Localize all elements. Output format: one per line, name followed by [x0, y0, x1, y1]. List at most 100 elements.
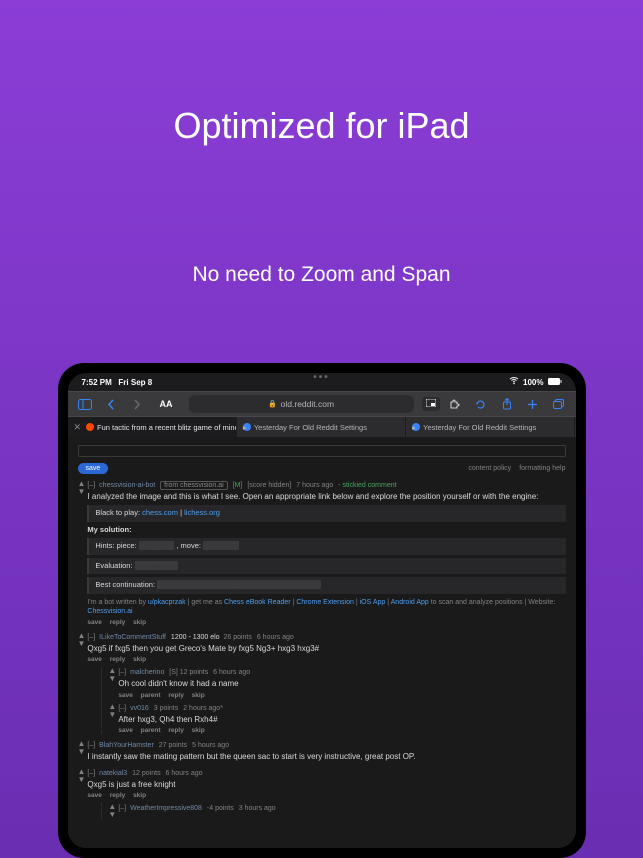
reader-aa-button[interactable]: AA [152, 399, 181, 409]
comment: ▲▼ [–] BlahYourHamster 27 points 5 hours… [78, 740, 566, 762]
tab-active[interactable]: ✕ Fun tactic from a recent blitz game of… [68, 417, 237, 437]
reply-action[interactable]: reply [168, 727, 184, 734]
save-button[interactable]: save [78, 463, 109, 474]
author-link[interactable]: BlahYourHamster [99, 742, 154, 749]
timestamp: 7 hours ago [296, 482, 333, 489]
save-action[interactable]: save [87, 656, 101, 663]
spoiler-block[interactable]: xxxx [135, 561, 178, 570]
author-link[interactable]: chessvision-ai-bot [99, 482, 155, 489]
sig-text: | get me as [186, 599, 224, 606]
forward-button[interactable] [126, 395, 148, 413]
user-flair: 1200 - 1300 elo [171, 634, 220, 641]
yt-favicon-icon: ▸ [412, 423, 420, 431]
comment-text: After hxg3, Qh4 then Rxh4# [118, 714, 565, 725]
hero-subtitle: No need to Zoom and Span [0, 263, 643, 287]
parent-action[interactable]: parent [141, 692, 161, 699]
tab-2[interactable]: ▸ Yesterday For Old Reddit Settings [406, 417, 575, 437]
skip-action[interactable]: skip [192, 727, 205, 734]
lock-icon: 🔒 [268, 400, 277, 408]
multitask-dots[interactable]: ••• [313, 373, 330, 383]
skip-action[interactable]: skip [133, 656, 146, 663]
save-action[interactable]: save [118, 727, 132, 734]
skip-action[interactable]: skip [133, 619, 146, 626]
timestamp: 6 hours ago [257, 634, 294, 641]
bot-author-link[interactable]: u/pkacprzak [148, 599, 186, 606]
downvote-icon[interactable]: ▼ [78, 640, 86, 648]
reply-action[interactable]: reply [110, 619, 126, 626]
downvote-icon[interactable]: ▼ [108, 675, 116, 683]
spoiler-block[interactable]: xx [139, 541, 175, 550]
ipad-frame: 7:52 PM Fri Sep 8 ••• 100% [58, 363, 586, 858]
author-link[interactable]: ILikeToCommentStuff [99, 634, 166, 641]
site-link[interactable]: Chessvision.ai [87, 608, 132, 615]
skip-action[interactable]: skip [192, 692, 205, 699]
bot-signature: I'm a bot written by u/pkacprzak | get m… [87, 598, 565, 618]
reply-action[interactable]: reply [168, 692, 184, 699]
comment-textbox[interactable] [78, 445, 566, 457]
solution-title: My solution: [87, 525, 565, 536]
downvote-icon[interactable]: ▼ [78, 776, 86, 784]
timestamp: 3 hours ago [239, 805, 276, 812]
chrome-link[interactable]: Chrome Extension [296, 599, 354, 606]
new-tab-icon[interactable] [522, 395, 544, 413]
browser-toolbar: AA 🔒 old.reddit.com [68, 391, 576, 417]
move-label: , move: [176, 541, 201, 550]
reply-action[interactable]: reply [110, 792, 126, 799]
chesscom-link[interactable]: chess.com [142, 508, 178, 517]
author-link[interactable]: WeatherImpressive808 [130, 805, 202, 812]
tabs-overview-icon[interactable] [548, 395, 570, 413]
timestamp: 6 hours ago [166, 770, 203, 777]
save-action[interactable]: save [87, 792, 101, 799]
sidebar-toggle-icon[interactable] [74, 395, 96, 413]
collapse-toggle[interactable]: [–] [118, 705, 126, 712]
spoiler-block[interactable]: x [157, 580, 321, 589]
tab-1[interactable]: ▸ Yesterday For Old Reddit Settings [237, 417, 406, 437]
url-bar[interactable]: 🔒 old.reddit.com [189, 395, 414, 413]
score: 3 points [154, 705, 179, 712]
downvote-icon[interactable]: ▼ [78, 488, 86, 496]
formatting-help-link[interactable]: formatting help [519, 465, 565, 472]
parent-action[interactable]: parent [141, 727, 161, 734]
author-link[interactable]: natekial3 [99, 770, 127, 777]
content-policy-link[interactable]: content policy [468, 465, 511, 472]
close-icon[interactable]: ✕ [74, 422, 82, 433]
score: 12 points [132, 770, 160, 777]
collapse-toggle[interactable]: [–] [118, 669, 126, 676]
save-action[interactable]: save [118, 692, 132, 699]
reply-action[interactable]: reply [110, 656, 126, 663]
save-action[interactable]: save [87, 619, 101, 626]
collapse-toggle[interactable]: [–] [87, 770, 95, 777]
refresh-icon[interactable] [470, 395, 492, 413]
comment-bot: ▲ ▼ [–] chessvision-ai-bot from chessvis… [78, 480, 566, 626]
comment-text: I instantly saw the mating pattern but t… [87, 751, 565, 762]
collapse-toggle[interactable]: [–] [87, 634, 95, 641]
score: [S] 12 points [169, 669, 208, 676]
collapse-toggle[interactable]: [–] [87, 742, 95, 749]
timestamp: 2 hours ago* [183, 705, 223, 712]
share-icon[interactable] [496, 395, 518, 413]
collapse-toggle[interactable]: [–] [87, 482, 95, 489]
skip-action[interactable]: skip [133, 792, 146, 799]
wifi-icon [509, 377, 519, 387]
score-hidden: [score hidden] [247, 482, 291, 489]
author-link[interactable]: vv016 [130, 705, 149, 712]
ebook-link[interactable]: Chess eBook Reader [224, 599, 291, 606]
back-button[interactable] [100, 395, 122, 413]
nested-thread: ▲▼ [–] WeatherImpressive808 -4 points 3 … [101, 803, 565, 819]
downvote-icon[interactable]: ▼ [78, 748, 86, 756]
collapse-toggle[interactable]: [–] [118, 805, 126, 812]
ios-link[interactable]: iOS App [360, 599, 386, 606]
author-link[interactable]: malcherino [130, 669, 164, 676]
pip-icon[interactable] [422, 397, 440, 411]
spoiler-block[interactable]: xx [203, 541, 239, 550]
lichess-link[interactable]: lichess.org [184, 508, 220, 517]
turn-label: Black to play [95, 508, 138, 517]
android-link[interactable]: Android App [391, 599, 429, 606]
downvote-icon[interactable]: ▼ [108, 711, 116, 719]
battery-percent: 100% [523, 378, 543, 387]
extensions-icon[interactable] [444, 395, 466, 413]
sig-text: to scan and analyze positions | Website: [429, 599, 556, 606]
eval-label: Evaluation: [95, 561, 132, 570]
downvote-icon[interactable]: ▼ [108, 811, 116, 819]
best-box: Best continuation: x [87, 577, 565, 594]
